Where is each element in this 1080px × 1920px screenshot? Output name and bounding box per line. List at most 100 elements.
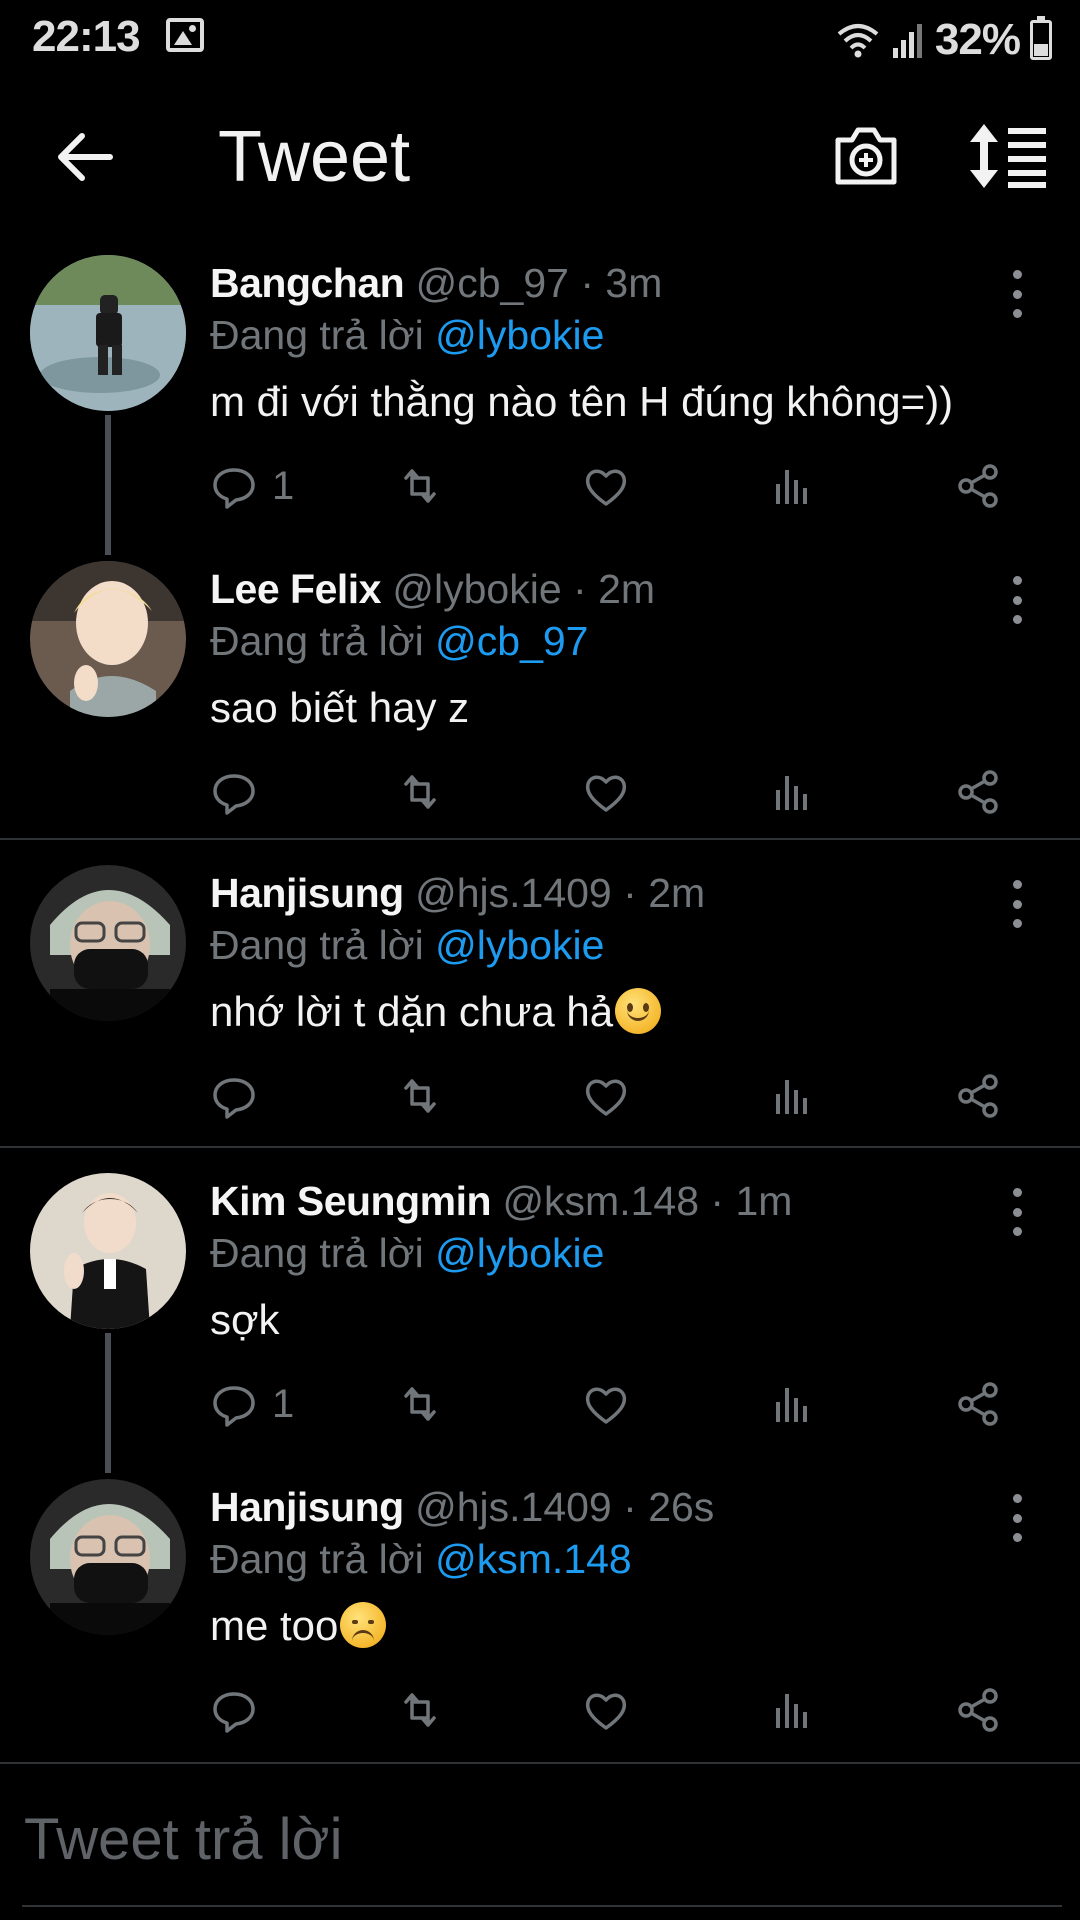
share-button[interactable]	[954, 456, 1002, 516]
replying-to-label: Đang trả lời	[210, 1230, 424, 1276]
tweet[interactable]: Kim Seungmin @ksm.148 · 1m Đang trả lời …	[0, 1168, 1080, 1473]
back-arrow-icon[interactable]	[50, 122, 120, 192]
more-options-icon[interactable]	[1000, 1182, 1034, 1242]
timestamp: 3m	[605, 260, 663, 306]
reply-input[interactable]: Tweet trả lời	[0, 1760, 1080, 1910]
reply-icon	[213, 774, 255, 815]
avatar[interactable]	[30, 561, 186, 717]
more-options-icon[interactable]	[1000, 264, 1034, 324]
share-button[interactable]	[954, 762, 1002, 822]
reply-icon	[213, 1692, 255, 1733]
display-name[interactable]: Hanjisung	[210, 1484, 404, 1530]
separator: ·	[623, 870, 637, 916]
sort-replies-icon[interactable]	[968, 120, 1048, 192]
retweet-button[interactable]	[396, 1680, 444, 1740]
display-name[interactable]: Lee Felix	[210, 566, 381, 612]
retweet-button[interactable]	[396, 456, 444, 516]
retweet-icon	[404, 469, 436, 503]
more-options-icon[interactable]	[1000, 1488, 1034, 1548]
retweet-button[interactable]	[396, 1066, 444, 1126]
replying-to-label: Đang trả lời	[210, 922, 424, 968]
username[interactable]: @lybokie	[392, 566, 561, 612]
avatar[interactable]	[30, 1173, 186, 1329]
display-name[interactable]: Hanjisung	[210, 870, 404, 916]
stats-button[interactable]	[768, 762, 816, 822]
mention-link[interactable]: @cb_97	[435, 618, 588, 664]
reply-button[interactable]: 1	[210, 1374, 294, 1434]
mention-link[interactable]: @lybokie	[435, 1230, 604, 1276]
tweet-actions: 1	[210, 1374, 1030, 1434]
stats-button[interactable]	[768, 1680, 816, 1740]
more-options-icon[interactable]	[1000, 570, 1034, 630]
avatar[interactable]	[30, 255, 186, 411]
replying-to: Đang trả lời @lybokie	[210, 922, 604, 969]
timestamp: 2m	[598, 566, 656, 612]
more-options-icon[interactable]	[1000, 874, 1034, 934]
mention-link[interactable]: @ksm.148	[435, 1536, 632, 1582]
mention-link[interactable]: @lybokie	[435, 312, 604, 358]
share-button[interactable]	[954, 1066, 1002, 1126]
username[interactable]: @cb_97	[416, 260, 569, 306]
wifi-icon	[837, 24, 879, 58]
retweet-icon	[404, 1079, 436, 1113]
reply-button[interactable]	[210, 1680, 272, 1740]
share-icon	[958, 1074, 998, 1118]
like-button[interactable]	[582, 1374, 630, 1434]
tweet-text-row: nhớ lời t dặn chưa hả	[210, 988, 662, 1036]
reply-icon	[213, 468, 255, 509]
like-button[interactable]	[582, 1066, 630, 1126]
display-name[interactable]: Bangchan	[210, 260, 405, 306]
replying-to: Đang trả lời @ksm.148	[210, 1536, 632, 1583]
share-button[interactable]	[954, 1680, 1002, 1740]
like-button[interactable]	[582, 762, 630, 822]
retweet-button[interactable]	[396, 762, 444, 822]
stats-button[interactable]	[768, 1374, 816, 1434]
battery-icon	[1030, 16, 1052, 60]
tweet-actions: 1	[210, 456, 1030, 516]
reply-input-placeholder[interactable]: Tweet trả lời	[24, 1806, 342, 1873]
status-time: 22:13	[32, 12, 141, 61]
stats-button[interactable]	[768, 1066, 816, 1126]
separator: ·	[623, 1484, 637, 1530]
tweet-header: Hanjisung @hjs.1409 · 26s	[210, 1484, 714, 1531]
reply-button[interactable]	[210, 1066, 272, 1126]
timestamp: 26s	[648, 1484, 715, 1530]
signal-icon	[892, 24, 922, 58]
like-button[interactable]	[582, 456, 630, 516]
tweet[interactable]: Hanjisung @hjs.1409 · 26s Đang trả lời @…	[0, 1474, 1080, 1754]
reply-count: 1	[272, 1381, 295, 1426]
username[interactable]: @hjs.1409	[415, 1484, 612, 1530]
share-icon	[958, 464, 998, 508]
heart-icon	[585, 775, 627, 812]
display-name[interactable]: Kim Seungmin	[210, 1178, 492, 1224]
retweet-button[interactable]	[396, 1374, 444, 1434]
divider	[0, 1146, 1080, 1148]
share-button[interactable]	[954, 1374, 1002, 1434]
bar-chart-icon	[776, 1388, 807, 1422]
avatar[interactable]	[30, 1479, 186, 1635]
tweet-text: sao biết hay z	[210, 684, 470, 731]
divider	[0, 838, 1080, 840]
retweet-icon	[404, 1693, 436, 1727]
reply-button[interactable]: 1	[210, 456, 294, 516]
username[interactable]: @ksm.148	[502, 1178, 699, 1224]
slightly-smiling-emoji-icon	[615, 988, 662, 1034]
heart-icon	[585, 1387, 627, 1424]
reply-button[interactable]	[210, 762, 272, 822]
tweet[interactable]: Hanjisung @hjs.1409 · 2m Đang trả lời @l…	[0, 860, 1080, 1140]
tweet[interactable]: Bangchan @cb_97 · 3m Đang trả lời @lybok…	[0, 250, 1080, 555]
camera-icon[interactable]	[830, 120, 902, 192]
replying-to: Đang trả lời @cb_97	[210, 618, 589, 665]
mention-link[interactable]: @lybokie	[435, 922, 604, 968]
replying-to-label: Đang trả lời	[210, 618, 424, 664]
separator: ·	[580, 260, 595, 306]
stats-button[interactable]	[768, 456, 816, 516]
username[interactable]: @hjs.1409	[415, 870, 612, 916]
like-button[interactable]	[582, 1680, 630, 1740]
tweet[interactable]: Lee Felix @lybokie · 2m Đang trả lời @cb…	[0, 556, 1080, 836]
reply-icon	[213, 1078, 255, 1119]
share-icon	[958, 770, 998, 814]
input-underline	[22, 1905, 1062, 1907]
disappointed-emoji-icon	[340, 1602, 387, 1648]
avatar[interactable]	[30, 865, 186, 1021]
